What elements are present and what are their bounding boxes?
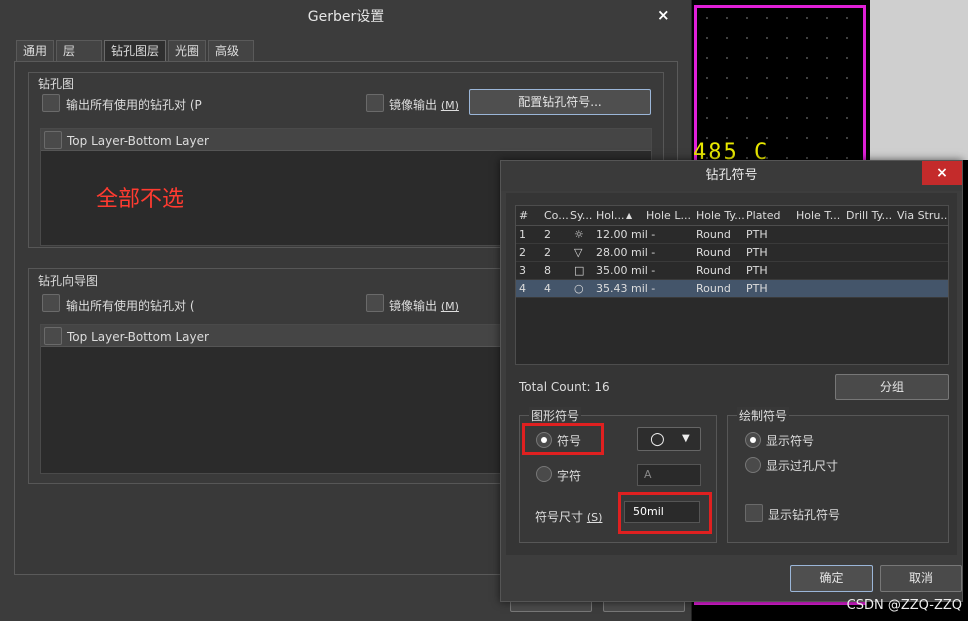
drill-guide-label: 钻孔向导图 [38, 274, 99, 288]
guide-mirror-output-label: 镜像输出 (M) [389, 299, 459, 313]
cancel-button[interactable]: 取消 [880, 565, 962, 592]
drill-symbol-icon: ▽ [574, 246, 583, 259]
cell-plated: PTH [746, 228, 768, 241]
symbol-size-label: 符号尺寸 (S) [535, 510, 603, 524]
col-header[interactable]: Hole T... [796, 209, 840, 222]
symbol-radio[interactable] [536, 432, 552, 448]
table-row-selected[interactable]: 4 4 ○ 35.43 mil - Round PTH [516, 280, 948, 298]
output-all-pairs-label: 输出所有使用的钻孔对 (P [66, 98, 202, 112]
circle-icon: ○ [650, 429, 665, 449]
drill-symbol-icon: ☼ [574, 228, 584, 241]
watermark: CSDN @ZZQ-ZZQ [846, 598, 962, 613]
drill-symbols-dialog: 钻孔符号 × # Co... Sy... Hol... ▲ Hole L... … [500, 160, 963, 602]
sort-ascending-icon: ▲ [626, 211, 633, 220]
dialog-title: 钻孔符号 [501, 161, 962, 191]
col-header[interactable]: Via Stru... [897, 209, 948, 222]
drill-symbol-table: # Co... Sy... Hol... ▲ Hole L... Hole Ty… [515, 205, 949, 365]
tab-bar: 通用 层 钻孔图层 光圈 高级 [16, 40, 256, 62]
drill-symbol-icon: ○ [574, 282, 584, 295]
col-header[interactable]: Hol... [596, 209, 625, 222]
table-header: # Co... Sy... Hol... ▲ Hole L... Hole Ty… [516, 206, 948, 226]
chevron-down-icon: ▼ [682, 433, 690, 444]
window-title: Gerber设置 [307, 9, 385, 25]
layer-pair-label: Top Layer-Bottom Layer [67, 134, 209, 148]
close-icon[interactable]: × [657, 6, 670, 24]
cell-hole-type: Round [696, 228, 731, 241]
cell-num: 4 [519, 282, 526, 295]
table-row[interactable]: 3 8 □ 35.00 mil - Round PTH [516, 262, 948, 280]
guide-layer-pair-label: Top Layer-Bottom Layer [67, 330, 209, 344]
close-icon[interactable]: × [922, 161, 962, 185]
show-symbol-radio[interactable] [745, 432, 761, 448]
cell-num: 1 [519, 228, 526, 241]
cell-num: 2 [519, 246, 526, 259]
col-header[interactable]: Hole L... [646, 209, 691, 222]
col-header[interactable]: Drill Ty... [846, 209, 892, 222]
cell-count: 4 [544, 282, 551, 295]
tab-drill-drawing[interactable]: 钻孔图层 [104, 40, 167, 62]
pcb-gray-area [870, 0, 968, 160]
col-header[interactable]: Hole Ty... [696, 209, 745, 222]
character-input[interactable]: A [637, 464, 701, 486]
tab-general[interactable]: 通用 [16, 40, 55, 62]
total-count: Total Count: 16 [519, 380, 610, 394]
draw-symbol-group [727, 415, 949, 543]
symbol-size-input[interactable]: 50mil [624, 501, 700, 523]
cell-count: 2 [544, 228, 551, 241]
cell-hole-type: Round [696, 282, 731, 295]
guide-mirror-output-checkbox[interactable] [366, 294, 384, 312]
cell-count: 2 [544, 246, 551, 259]
tab-apertures[interactable]: 光圈 [168, 40, 207, 62]
table-row[interactable]: 1 2 ☼ 12.00 mil - Round PTH [516, 226, 948, 244]
show-hole-size-label: 显示过孔尺寸 [766, 459, 839, 473]
cell-hole-type: Round [696, 264, 731, 277]
group-button[interactable]: 分组 [835, 374, 949, 400]
graphic-symbol-label: 图形符号 [529, 407, 582, 424]
show-drill-symbol-checkbox[interactable] [745, 504, 763, 522]
tab-advanced[interactable]: 高级 [208, 40, 255, 62]
annotation-text: 全部不选 [96, 187, 185, 212]
cell-hole-size: 12.00 mil - [596, 228, 656, 241]
col-header[interactable]: Sy... [570, 209, 592, 222]
guide-output-all-pairs-label: 输出所有使用的钻孔对 ( [66, 299, 195, 313]
guide-layer-pair-checkbox[interactable] [44, 327, 62, 345]
layer-pair-checkbox[interactable] [44, 131, 62, 149]
col-header[interactable]: # [519, 209, 528, 222]
configure-drill-symbols-button[interactable]: 配置钻孔符号... [469, 89, 651, 115]
cell-plated: PTH [746, 264, 768, 277]
drill-symbol-icon: □ [574, 264, 585, 277]
table-row[interactable]: 2 2 ▽ 28.00 mil - Round PTH [516, 244, 948, 262]
cell-num: 3 [519, 264, 526, 277]
character-radio-label: 字符 [557, 469, 582, 483]
cell-hole-size: 35.43 mil - [596, 282, 656, 295]
cell-hole-size: 28.00 mil - [596, 246, 656, 259]
output-all-pairs-checkbox[interactable] [42, 94, 60, 112]
ok-button[interactable]: 确定 [790, 565, 873, 592]
show-drill-symbol-label: 显示钻孔符号 [768, 508, 841, 522]
mirror-output-label: 镜像输出 (M) [389, 98, 459, 112]
guide-output-all-pairs-checkbox[interactable] [42, 294, 60, 312]
draw-symbol-label: 绘制符号 [737, 407, 790, 424]
cell-count: 8 [544, 264, 551, 277]
col-header[interactable]: Plated [746, 209, 781, 222]
cell-plated: PTH [746, 246, 768, 259]
character-radio[interactable] [536, 466, 552, 482]
drill-drawing-label: 钻孔图 [38, 77, 75, 91]
col-header[interactable]: Co... [544, 209, 569, 222]
cell-hole-type: Round [696, 246, 731, 259]
cell-plated: PTH [746, 282, 768, 295]
symbol-shape-dropdown[interactable]: ○ ▼ [637, 427, 701, 451]
cell-hole-size: 35.00 mil - [596, 264, 656, 277]
mirror-output-checkbox[interactable] [366, 94, 384, 112]
show-symbol-label: 显示符号 [766, 434, 815, 448]
symbol-radio-label: 符号 [557, 434, 582, 448]
tab-layers[interactable]: 层 [56, 40, 103, 62]
show-hole-size-radio[interactable] [745, 457, 761, 473]
